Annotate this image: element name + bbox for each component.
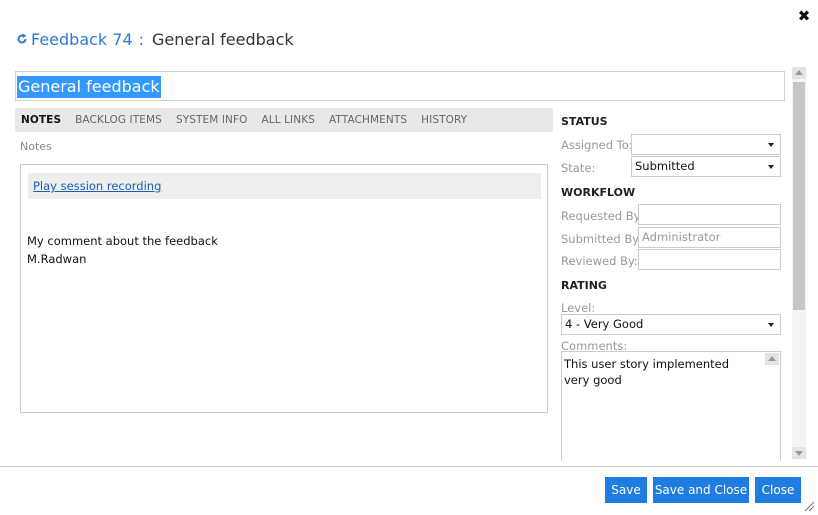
tab-system-info[interactable]: SYSTEM INFO [169, 114, 255, 126]
state-dropdown[interactable]: Submitted [631, 156, 781, 177]
requested-by-label: Requested By: [561, 209, 644, 223]
comments-textarea[interactable]: This user story implemented very good [561, 351, 781, 461]
rating-heading: RATING [561, 279, 607, 292]
note-text-line: M.Radwan [27, 252, 87, 266]
tab-bar: NOTES BACKLOG ITEMS SYSTEM INFO ALL LINK… [15, 108, 553, 132]
work-item-id-link[interactable]: Feedback 74 [31, 30, 133, 49]
scrollbar-thumb[interactable] [793, 82, 805, 310]
level-value: 4 - Very Good [565, 317, 644, 331]
title-input-value: General feedback [17, 76, 161, 98]
work-item-dialog: ✖ Feedback 74 : General feedback General… [0, 0, 818, 515]
requested-by-field[interactable] [638, 204, 781, 225]
refresh-icon[interactable] [16, 33, 28, 45]
tab-backlog-items[interactable]: BACKLOG ITEMS [68, 114, 169, 126]
scroll-up-arrow-icon[interactable] [765, 353, 779, 365]
notes-editor[interactable]: Play session recording My comment about … [20, 164, 548, 413]
scroll-up-arrow-icon[interactable] [792, 67, 806, 79]
reviewed-by-field[interactable] [638, 249, 781, 270]
close-button[interactable]: Close [755, 477, 801, 503]
save-and-close-button[interactable]: Save and Close [653, 477, 749, 503]
workflow-heading: WORKFLOW [561, 186, 636, 199]
play-recording-bar: Play session recording [28, 173, 541, 199]
form-scrollbar[interactable] [792, 67, 806, 459]
assigned-to-dropdown[interactable] [631, 134, 781, 155]
play-session-recording-link[interactable]: Play session recording [33, 179, 161, 193]
tab-attachments[interactable]: ATTACHMENTS [322, 114, 414, 126]
dialog-header: Feedback 74 : General feedback [16, 27, 294, 51]
submitted-by-label: Submitted By: [561, 232, 643, 246]
title-input[interactable]: General feedback [15, 71, 785, 101]
state-value: Submitted [635, 159, 695, 173]
scroll-down-arrow-icon[interactable] [792, 447, 806, 459]
reviewed-by-label: Reviewed By: [561, 254, 638, 268]
resize-grip-icon[interactable] [803, 500, 815, 512]
status-heading: STATUS [561, 115, 608, 128]
chevron-down-icon [768, 323, 774, 327]
save-button[interactable]: Save [605, 477, 647, 503]
assigned-to-label: Assigned To: [561, 138, 633, 152]
state-label: State: [561, 161, 596, 175]
comments-value: This user story implemented very good [564, 357, 730, 387]
tab-notes[interactable]: NOTES [15, 114, 68, 126]
header-separator: : [138, 29, 145, 49]
close-icon[interactable]: ✖ [796, 7, 812, 25]
notes-label: Notes [20, 140, 52, 153]
level-label: Level: [561, 301, 596, 315]
submitted-by-field[interactable]: Administrator [638, 227, 781, 248]
chevron-down-icon [768, 143, 774, 147]
footer-divider [0, 466, 818, 467]
submitted-by-value: Administrator [642, 230, 721, 244]
level-dropdown[interactable]: 4 - Very Good [561, 314, 781, 335]
tab-all-links[interactable]: ALL LINKS [254, 114, 321, 126]
note-text-line: My comment about the feedback [27, 234, 218, 248]
chevron-down-icon [768, 165, 774, 169]
work-item-title: General feedback [152, 29, 294, 49]
tab-history[interactable]: HISTORY [414, 114, 474, 126]
